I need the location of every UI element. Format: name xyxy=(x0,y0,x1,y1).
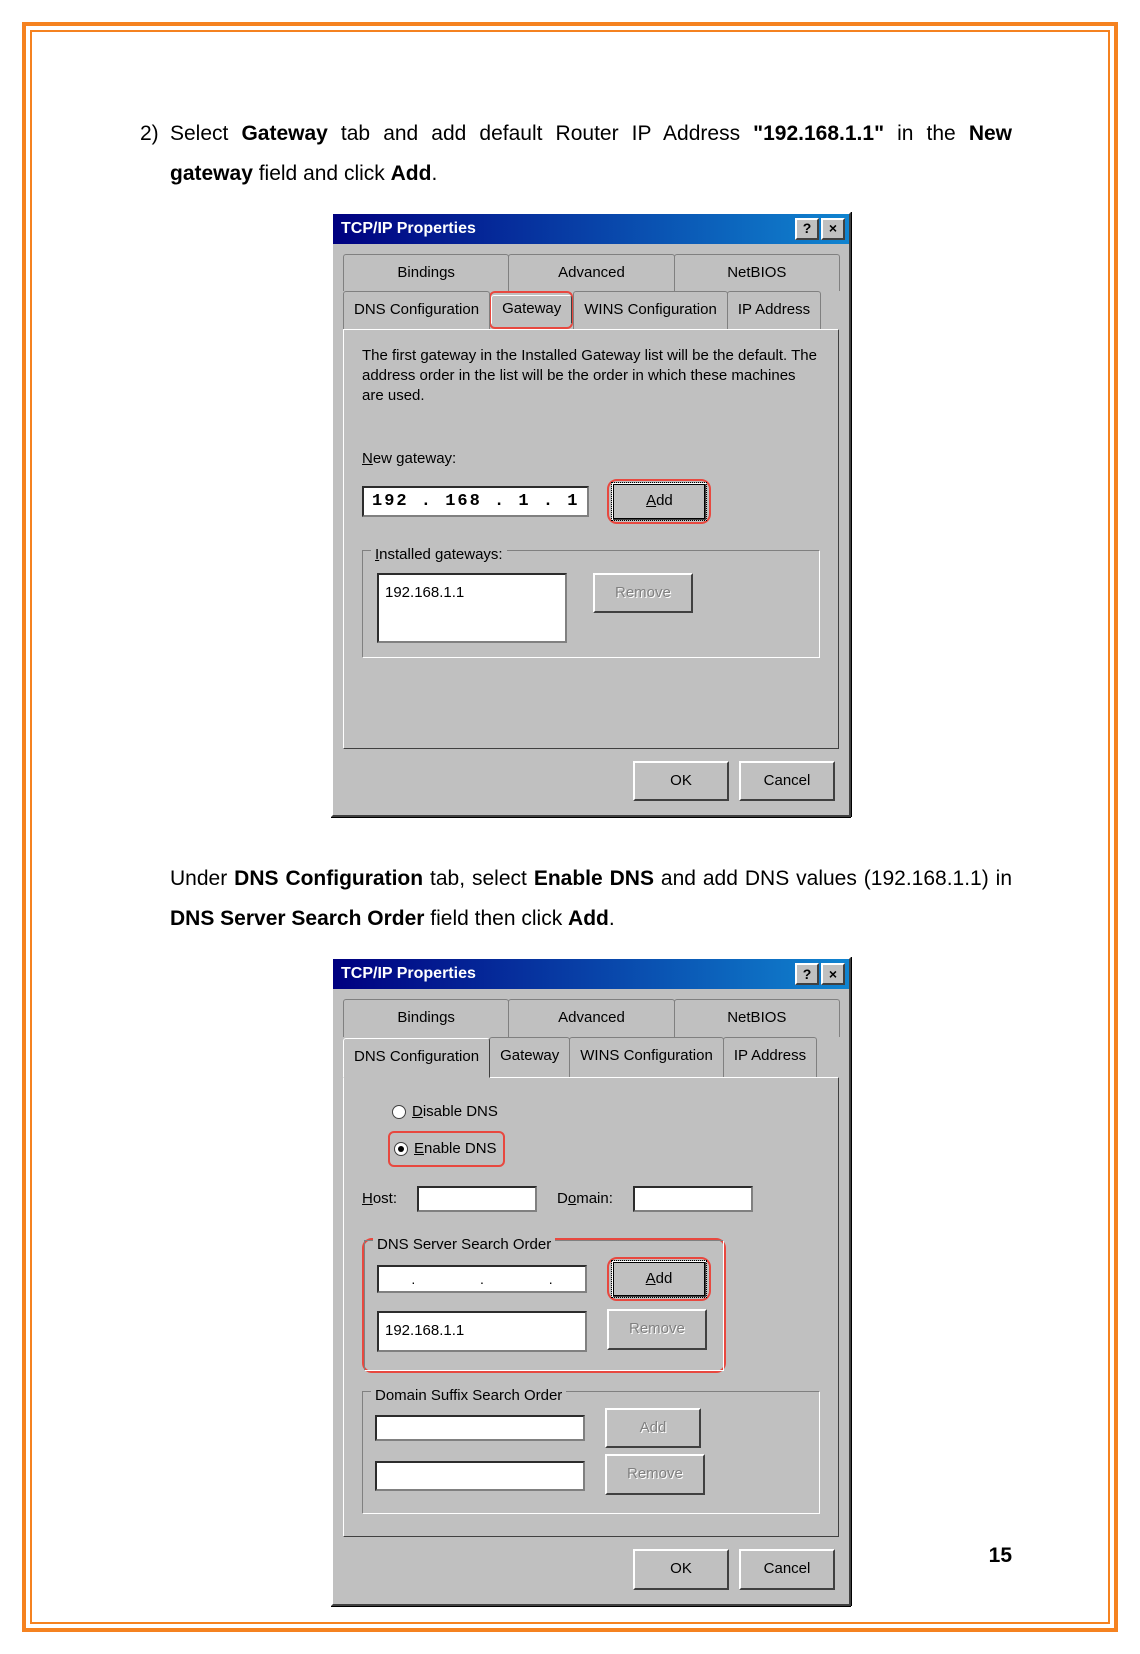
radio-icon xyxy=(394,1142,408,1156)
dns-ip-input[interactable]: ... xyxy=(377,1265,587,1293)
gateway-help-text: The first gateway in the Installed Gatew… xyxy=(362,346,820,407)
dns-remove-button: Remove xyxy=(607,1309,707,1350)
tab-wins-configuration[interactable]: WINS Configuration xyxy=(569,1037,724,1078)
bold-gateway: Gateway xyxy=(241,122,327,145)
host-input[interactable] xyxy=(417,1186,537,1212)
close-icon[interactable]: × xyxy=(821,218,845,240)
bold-ip: "192.168.1.1" xyxy=(753,122,884,145)
text: field and click xyxy=(253,162,391,185)
bold-add2: Add xyxy=(568,907,609,930)
host-label: Host: xyxy=(362,1185,397,1214)
bold-dns-order: DNS Server Search Order xyxy=(170,907,424,930)
dns-server-list[interactable]: 192.168.1.1 xyxy=(377,1311,587,1352)
cancel-button[interactable]: Cancel xyxy=(739,1549,835,1590)
tcpip-properties-dialog-gateway: TCP/IP Properties ? × Bindings Advanced … xyxy=(331,212,851,818)
help-icon[interactable]: ? xyxy=(795,218,819,240)
tab-advanced[interactable]: Advanced xyxy=(508,254,674,292)
instruction-1: Select Gateway tab and add default Route… xyxy=(170,114,1012,194)
remove-button: Remove xyxy=(593,573,693,614)
text: in the xyxy=(884,122,969,145)
tab-netbios[interactable]: NetBIOS xyxy=(674,254,840,292)
domain-label: Domain: xyxy=(557,1185,613,1214)
tab-bindings[interactable]: Bindings xyxy=(343,254,509,292)
tab-gateway[interactable]: Gateway xyxy=(489,1037,570,1078)
tcpip-properties-dialog-dns: TCP/IP Properties ? × Bindings Advanced … xyxy=(331,957,851,1606)
suffix-remove-button: Remove xyxy=(605,1454,705,1495)
text: and add DNS values (192.168.1.1) in xyxy=(654,867,1012,890)
help-icon[interactable]: ? xyxy=(795,963,819,985)
bold-add: Add xyxy=(391,162,432,185)
window-title: TCP/IP Properties xyxy=(337,214,793,244)
new-gateway-label: NNew gateway:ew gateway: xyxy=(362,445,820,474)
disable-dns-radio[interactable]: Disable DNS Disable DNS xyxy=(392,1098,820,1127)
instruction-2: Under DNS Configuration tab, select Enab… xyxy=(170,859,1012,939)
text: tab, select xyxy=(423,867,534,890)
installed-gateways-list[interactable]: 192.168.1.1 xyxy=(377,573,567,643)
tab-netbios[interactable]: NetBIOS xyxy=(674,999,840,1037)
text: field then click xyxy=(424,907,568,930)
radio-icon xyxy=(392,1105,406,1119)
ok-button[interactable]: OK xyxy=(633,1549,729,1590)
tab-gateway[interactable]: Gateway xyxy=(491,295,572,324)
page-number: 15 xyxy=(989,1544,1012,1568)
suffix-order-label: Domain Suffix Search Order xyxy=(371,1382,566,1411)
ok-button[interactable]: OK xyxy=(633,761,729,802)
title-bar: TCP/IP Properties ? × xyxy=(333,959,849,989)
installed-gateways-label: Installed gateways: xyxy=(371,541,507,570)
suffix-input[interactable] xyxy=(375,1415,585,1441)
tab-advanced[interactable]: Advanced xyxy=(508,999,674,1037)
text: Select xyxy=(170,122,241,145)
close-icon[interactable]: × xyxy=(821,963,845,985)
tab-wins-configuration[interactable]: WINS Configuration xyxy=(573,291,728,329)
bold-dns-config: DNS Configuration xyxy=(234,867,423,890)
tab-dns-configuration[interactable]: DNS Configuration xyxy=(343,291,490,329)
step-number: 2) xyxy=(140,114,159,154)
tab-dns-configuration[interactable]: DNS Configuration xyxy=(343,1038,490,1079)
cancel-button[interactable]: Cancel xyxy=(739,761,835,802)
text: tab and add default Router IP Address xyxy=(328,122,753,145)
dns-add-button[interactable]: Add xyxy=(611,1260,707,1299)
window-title: TCP/IP Properties xyxy=(337,959,793,989)
tab-ip-address[interactable]: IP Address xyxy=(723,1037,817,1078)
domain-input[interactable] xyxy=(633,1186,753,1212)
text: . xyxy=(609,907,615,930)
text: Under xyxy=(170,867,234,890)
tab-ip-address[interactable]: IP Address xyxy=(727,291,821,329)
tab-bindings[interactable]: Bindings xyxy=(343,999,509,1037)
dns-order-label: DNS Server Search Order xyxy=(373,1231,555,1260)
suffix-add-button: Add xyxy=(605,1408,701,1449)
bold-enable-dns: Enable DNS xyxy=(534,867,654,890)
text: . xyxy=(431,162,437,185)
title-bar: TCP/IP Properties ? × xyxy=(333,214,849,244)
add-button[interactable]: Add xyxy=(611,482,707,521)
enable-dns-radio[interactable]: Enable DNS xyxy=(390,1133,503,1166)
suffix-list[interactable] xyxy=(375,1461,585,1491)
new-gateway-input[interactable]: 192 . 168 . 1 . 1 xyxy=(362,486,589,517)
